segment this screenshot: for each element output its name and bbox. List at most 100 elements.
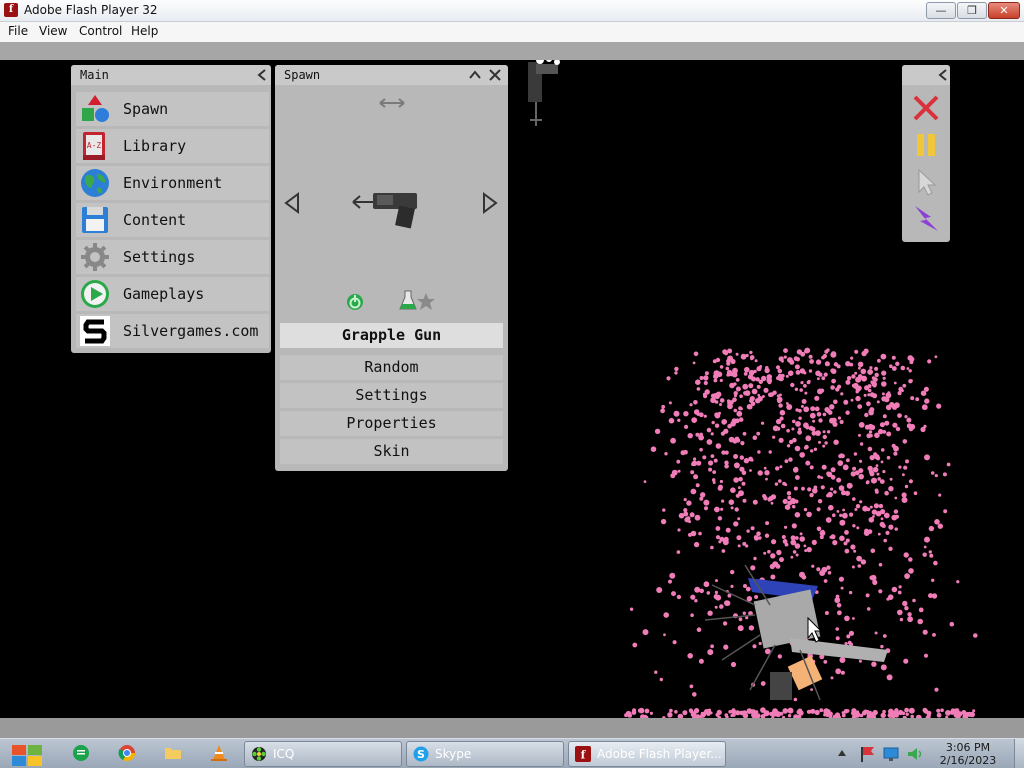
pink-particle [749, 398, 754, 403]
main-item-label: Environment [123, 174, 223, 192]
next-arrow-icon[interactable] [481, 192, 499, 214]
vlc-icon[interactable] [210, 744, 228, 762]
pink-particle [784, 504, 791, 511]
pink-particle [722, 349, 728, 355]
menu-control[interactable]: Control [79, 24, 122, 38]
pink-particle [700, 492, 706, 498]
main-item-content[interactable]: Content [76, 203, 269, 237]
lightning-icon[interactable] [911, 204, 941, 234]
pink-particle [840, 670, 845, 675]
pink-particle [824, 441, 828, 445]
menu-file[interactable]: File [8, 24, 28, 38]
maximize-button[interactable]: ❐ [957, 2, 987, 19]
pink-particle [799, 532, 803, 536]
taskbar-button-flash-player[interactable]: f Adobe Flash Player... [568, 741, 726, 767]
pink-particle [810, 708, 816, 714]
pink-particle [817, 475, 821, 479]
pink-particle [728, 436, 735, 443]
pink-particle [659, 677, 663, 682]
start-button-windows-icon[interactable] [10, 743, 44, 767]
option-properties[interactable]: Properties [280, 411, 503, 436]
shapes-icon [82, 95, 109, 122]
close-button[interactable]: ✕ [988, 2, 1020, 19]
pink-particle [884, 396, 890, 403]
pink-particle [677, 418, 681, 422]
pink-particle [719, 398, 725, 403]
book-a-z-icon: A-Z [83, 132, 105, 160]
pink-particle [883, 538, 887, 543]
main-item-spawn[interactable]: Spawn [76, 92, 269, 126]
pink-particle [832, 540, 838, 546]
main-item-silvergames[interactable]: Silvergames.com [76, 314, 269, 348]
close-icon[interactable] [489, 69, 501, 81]
show-desktop-button[interactable] [1014, 739, 1024, 768]
chevron-up-icon[interactable] [469, 70, 481, 80]
pink-particle [772, 390, 777, 395]
pink-particle [934, 687, 939, 692]
previous-arrow-icon[interactable] [283, 192, 301, 214]
pink-particle [845, 709, 850, 713]
pink-particle [753, 556, 757, 561]
main-item-environment[interactable]: Environment [76, 166, 269, 200]
menu-help[interactable]: Help [131, 24, 158, 38]
pink-particle [813, 447, 818, 451]
chevron-left-icon[interactable] [938, 69, 948, 81]
pink-particle [872, 466, 879, 473]
taskbar-button-skype[interactable]: S Skype [406, 741, 564, 767]
pink-particle [868, 710, 872, 715]
pink-particle [719, 604, 724, 609]
pink-particle [921, 404, 928, 411]
main-item-library[interactable]: A-Z Library [76, 129, 269, 163]
main-item-gameplays[interactable]: Gameplays [76, 277, 269, 311]
pink-particle [814, 406, 820, 412]
pink-particle [922, 391, 927, 396]
taskbar-button-icq[interactable]: ICQ [244, 741, 402, 767]
show-hidden-icons-chevron-icon[interactable] [837, 749, 847, 757]
pink-particle [830, 534, 836, 540]
pink-particle [644, 708, 650, 714]
main-item-settings[interactable]: Settings [76, 240, 269, 274]
power-toggle-icon[interactable] [345, 292, 365, 312]
minimize-button[interactable]: — [926, 2, 956, 19]
pink-particle [737, 544, 741, 548]
selected-item-grapple-gun[interactable]: Grapple Gun [280, 323, 503, 348]
pink-particle [803, 544, 807, 548]
action-center-flag-icon[interactable] [858, 745, 876, 763]
pink-particle [846, 376, 852, 381]
chevron-left-icon[interactable] [257, 69, 267, 81]
pink-particle [748, 405, 753, 410]
flask-star-icon[interactable] [399, 289, 439, 313]
pink-particle [689, 512, 695, 518]
pink-particle [844, 642, 848, 646]
pink-particle [759, 365, 763, 368]
pink-particle [677, 469, 681, 473]
pink-particle [851, 374, 856, 379]
pink-particle [891, 443, 896, 448]
pink-particle [869, 392, 875, 398]
pink-particle [932, 633, 936, 637]
close-x-icon[interactable] [911, 93, 941, 123]
pause-icon[interactable] [911, 130, 941, 160]
option-settings[interactable]: Settings [280, 383, 503, 408]
option-skin[interactable]: Skin [280, 439, 503, 464]
pink-particle [886, 431, 892, 437]
chat-app-icon[interactable] [72, 744, 90, 762]
system-clock[interactable]: 3:06 PM 2/16/2023 [932, 741, 1004, 767]
network-icon[interactable] [882, 745, 900, 763]
pink-particle [887, 391, 891, 395]
folder-icon[interactable] [164, 744, 182, 762]
pink-particle [839, 419, 844, 425]
pink-particle [923, 386, 929, 392]
chrome-icon[interactable] [118, 744, 136, 762]
pink-particle [892, 710, 897, 714]
option-random[interactable]: Random [280, 355, 503, 380]
pointer-cursor-icon[interactable] [911, 167, 941, 197]
pink-particle [797, 429, 802, 435]
pink-particle [730, 487, 736, 494]
pink-particle [684, 517, 690, 523]
pink-particle [780, 423, 786, 429]
pink-particle [839, 519, 846, 526]
pink-particle [738, 406, 743, 411]
menu-view[interactable]: View [39, 24, 67, 38]
volume-icon[interactable] [906, 745, 924, 763]
